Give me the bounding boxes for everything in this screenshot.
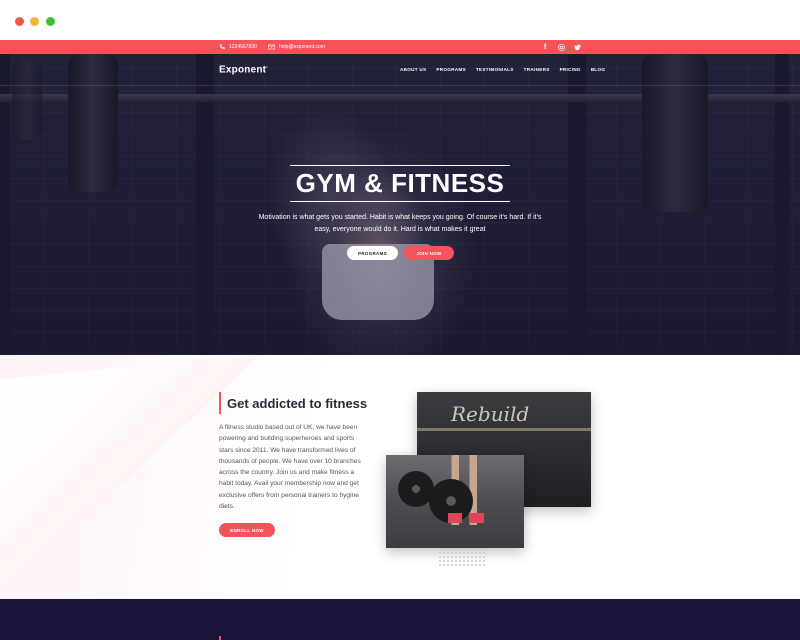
nav-menu: ABOUT US PROGRAMS TESTIMONIALS TRAINERS … (400, 67, 615, 72)
hero-title-frame: GYM & FITNESS (290, 165, 510, 202)
minimize-window-button[interactable] (30, 17, 39, 26)
heading-accent-bar (219, 636, 221, 640)
join-now-button[interactable]: JOIN NOW (404, 246, 454, 260)
gym-sign-image: Rebuild (451, 402, 530, 426)
main-navigation: Exponent• ABOUT US PROGRAMS TESTIMONIALS… (0, 54, 800, 86)
phone-number: 1234567890 (229, 44, 257, 50)
site-logo[interactable]: Exponent• (219, 64, 268, 75)
close-window-button[interactable] (15, 17, 24, 26)
athlete-shoes-image (448, 513, 488, 523)
about-section: Get addicted to fitness A fitness studio… (0, 355, 800, 599)
twitter-icon[interactable] (572, 42, 582, 52)
programs-button[interactable]: PROGRAMS (347, 246, 398, 260)
logo-text: Exponent (219, 64, 267, 76)
enroll-now-button[interactable]: ENROLL NOW (219, 523, 275, 537)
logo-mark: • (266, 64, 268, 69)
phone-contact[interactable]: 1234567890 (219, 40, 257, 54)
nav-item-trainers[interactable]: TRAINERS (524, 67, 550, 72)
nav-item-about-us[interactable]: ABOUT US (400, 67, 426, 72)
mail-icon (268, 44, 275, 50)
nav-item-programs[interactable]: PROGRAMS (436, 67, 465, 72)
email-contact[interactable]: help@exponent.com (268, 40, 325, 54)
phone-icon (219, 44, 225, 50)
contact-bar: 1234567890 help@exponent.com f (0, 40, 800, 54)
deadlift-photo (386, 455, 524, 548)
heading-accent-bar (219, 392, 221, 414)
nav-item-blog[interactable]: BLOG (591, 67, 605, 72)
window-titlebar (0, 0, 800, 40)
about-description: A fitness studio based out of UK, we hav… (219, 424, 361, 511)
email-address: help@exponent.com (279, 44, 325, 50)
nav-item-pricing[interactable]: PRICING (560, 67, 581, 72)
facebook-icon[interactable]: f (540, 42, 550, 52)
decorative-dot-grid (438, 547, 486, 567)
gym-lights (417, 428, 591, 431)
instagram-icon[interactable] (556, 42, 566, 52)
nav-item-testimonials[interactable]: TESTIMONIALS (476, 67, 514, 72)
hero-title: GYM & FITNESS (295, 168, 505, 198)
about-title: Get addicted to fitness (227, 396, 368, 411)
next-section-band (0, 599, 800, 640)
maximize-window-button[interactable] (46, 17, 55, 26)
hero-overlay (0, 54, 800, 355)
hero-section: Exponent• ABOUT US PROGRAMS TESTIMONIALS… (0, 54, 800, 355)
browser-window: 1234567890 help@exponent.com f Exponent•… (0, 0, 800, 640)
hero-subtitle: Motivation is what gets you started. Hab… (258, 214, 542, 233)
